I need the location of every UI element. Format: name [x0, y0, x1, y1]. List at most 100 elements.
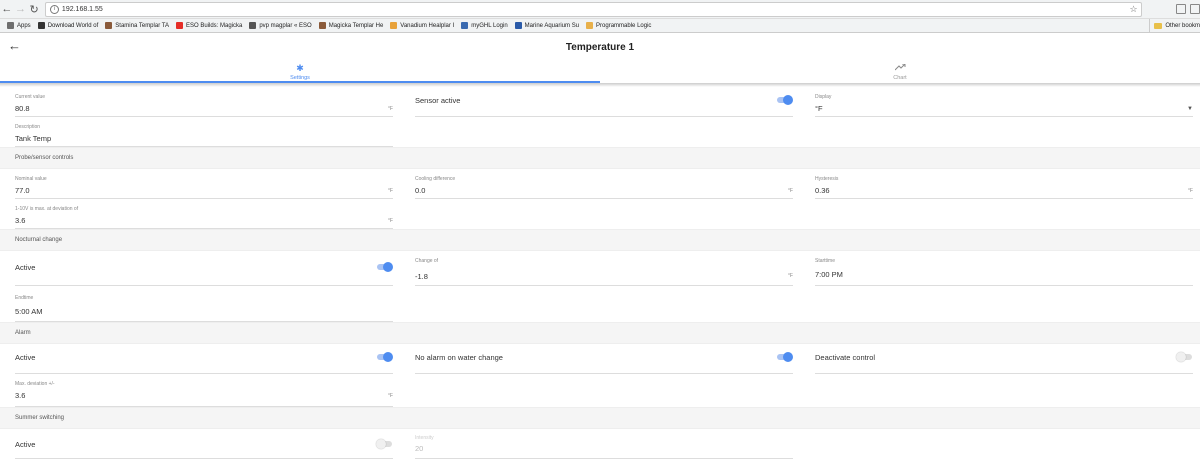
summer-intensity-field[interactable]: Intensity 20: [400, 429, 800, 459]
nocturnal-active-toggle[interactable]: [376, 262, 393, 272]
info-icon[interactable]: i: [49, 4, 59, 14]
url-text: 192.168.1.55: [61, 5, 103, 13]
hysteresis-field[interactable]: Hysteresis 0.36 °F: [800, 169, 1200, 199]
change-of-field[interactable]: Change of -1.8 °F: [400, 251, 800, 286]
extension-icon[interactable]: [1176, 4, 1187, 14]
bookmark-label: ESO Builds: Magicka: [185, 22, 243, 29]
field-value: °F: [815, 104, 823, 113]
other-bookmarks[interactable]: Other bookm: [1149, 19, 1200, 32]
back-arrow-icon[interactable]: ←: [0, 3, 14, 15]
bookmark-label: Programmable Logic: [596, 22, 652, 29]
bookmark-star-icon[interactable]: ☆: [1130, 4, 1138, 15]
field-value: -1.8: [415, 272, 428, 281]
favicon-icon: [249, 22, 257, 29]
toggle-label: Deactivate control: [815, 353, 876, 362]
bookmark-label: Download World of: [47, 22, 99, 29]
settings-row: Active Change of -1.8 °F Starttime 7:00 …: [0, 251, 1200, 286]
bookmark-item[interactable]: myGHL Login: [461, 22, 508, 29]
field-value: Tank Temp: [15, 134, 52, 143]
display-select[interactable]: Display °F ▼: [800, 87, 1200, 117]
field-label: Display: [815, 94, 832, 100]
field-value: 3.6: [15, 216, 26, 225]
bookmark-item[interactable]: Vanadium Healplar I: [390, 22, 454, 29]
description-field[interactable]: Description Tank Temp: [0, 117, 400, 147]
forward-arrow-icon[interactable]: →: [14, 3, 28, 15]
bookmark-item[interactable]: Stamina Templar TA: [105, 22, 169, 29]
section-header-probe: Probe/sensor controls: [0, 147, 1200, 169]
settings-row: Max. deviation +/- 3.6 °F: [0, 374, 1200, 407]
favicon-icon: [37, 22, 45, 29]
settings-row: Description Tank Temp: [0, 117, 1200, 147]
bookmark-item[interactable]: Marine Aquarium Su: [514, 22, 580, 29]
field-value: 80.8: [15, 104, 30, 113]
bookmark-item[interactable]: Magicka Templar He: [318, 22, 383, 29]
tab-indicator: [0, 81, 600, 83]
field-unit: °F: [387, 188, 393, 194]
favicon-icon: [105, 22, 113, 29]
field-label: Cooling difference: [415, 176, 456, 182]
bookmark-item[interactable]: Programmable Logic: [586, 22, 651, 29]
max-deviation-10v-field[interactable]: 1-10V is max. at deviation of 3.6 °F: [0, 199, 400, 229]
bookmark-label: Marine Aquarium Su: [524, 22, 580, 29]
settings-row: Nominal value 77.0 °F Cooling difference…: [0, 169, 1200, 199]
summer-active-toggle[interactable]: [376, 439, 393, 449]
bookmark-item[interactable]: pvp magplar « ESO: [249, 22, 312, 29]
field-label: Current value: [15, 94, 46, 100]
bookmark-apps[interactable]: Apps: [7, 22, 31, 29]
sensor-active-toggle[interactable]: [776, 95, 793, 105]
field-unit: °F: [387, 393, 393, 399]
field-value: 77.0: [15, 186, 30, 195]
no-alarm-water-change-toggle[interactable]: [776, 352, 793, 362]
nominal-value-field[interactable]: Nominal value 77.0 °F: [0, 169, 400, 199]
section-header-alarm: Alarm: [0, 322, 1200, 344]
bookmark-item[interactable]: Download World of: [37, 22, 99, 29]
field-unit: °F: [387, 218, 393, 224]
field-label: 1-10V is max. at deviation of: [15, 206, 79, 212]
favicon-icon: [514, 22, 522, 29]
toggle-label: No alarm on water change: [415, 353, 503, 362]
field-value: 3.6: [15, 391, 26, 400]
bookmark-label: myGHL Login: [471, 22, 508, 29]
section-header-nocturnal: Nocturnal change: [0, 229, 1200, 251]
address-bar[interactable]: i 192.168.1.55 ☆: [44, 1, 1142, 17]
max-deviation-field[interactable]: Max. deviation +/- 3.6 °F: [0, 374, 400, 407]
bookmark-label: Apps: [17, 22, 31, 29]
favicon-icon: [175, 22, 183, 29]
cooling-difference-field[interactable]: Cooling difference 0.0 °F: [400, 169, 800, 199]
field-label: Hysteresis: [815, 176, 839, 182]
field-unit: °F: [787, 273, 793, 279]
settings-row: Endtime 5:00 AM: [0, 286, 1200, 322]
browser-toolbar: ← → ↻ i 192.168.1.55 ☆: [0, 0, 1200, 19]
dropdown-arrow-icon[interactable]: ▼: [1187, 106, 1193, 112]
favicon-icon: [390, 22, 398, 29]
toggle-label: Sensor active: [415, 96, 461, 105]
reload-icon[interactable]: ↻: [27, 3, 41, 16]
alarm-active-toggle[interactable]: [376, 352, 393, 362]
page-title: Temperature 1: [565, 41, 635, 53]
tab-chart[interactable]: Chart: [600, 61, 1200, 83]
settings-row: Current value 80.8 °F Sensor active Disp…: [0, 87, 1200, 117]
app-bar: ← Temperature 1: [0, 33, 1200, 61]
field-value: 0.0: [415, 186, 426, 195]
endtime-field[interactable]: Endtime 5:00 AM: [0, 286, 400, 322]
bookmark-label: Stamina Templar TA: [115, 22, 169, 29]
settings-row: 1-10V is max. at deviation of 3.6 °F: [0, 199, 1200, 229]
field-unit: °F: [387, 106, 393, 112]
bookmark-item[interactable]: ESO Builds: Magicka: [175, 22, 243, 29]
bookmark-label: pvp magplar « ESO: [259, 22, 312, 29]
deactivate-control-toggle[interactable]: [1176, 352, 1193, 362]
summer-active-toggle-row: Active: [0, 429, 400, 459]
favicon-icon: [318, 22, 326, 29]
field-value: 7:00 PM: [815, 270, 843, 279]
tab-settings[interactable]: ✱ Settings: [0, 61, 600, 83]
nocturnal-active-toggle-row: Active: [0, 251, 400, 286]
back-icon[interactable]: ←: [8, 38, 21, 53]
field-label: Change of: [415, 258, 439, 264]
field-value: 0.36: [815, 186, 830, 195]
section-header-summer: Summer switching: [0, 407, 1200, 429]
field-value: 20: [415, 444, 424, 453]
current-value-field[interactable]: Current value 80.8 °F: [0, 87, 400, 117]
field-label: Endtime: [15, 295, 34, 301]
menu-icon[interactable]: [1190, 4, 1200, 14]
starttime-field[interactable]: Starttime 7:00 PM: [800, 251, 1200, 286]
